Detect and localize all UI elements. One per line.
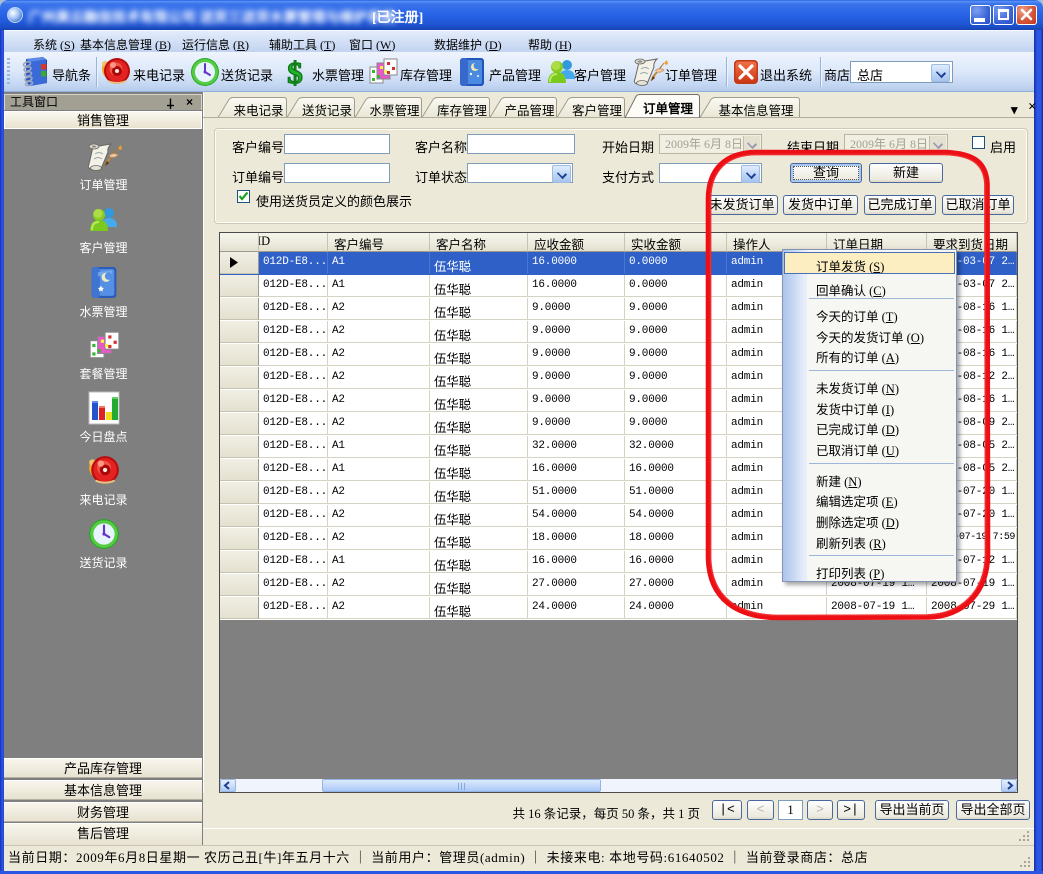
svg-text:$: $	[287, 57, 303, 87]
